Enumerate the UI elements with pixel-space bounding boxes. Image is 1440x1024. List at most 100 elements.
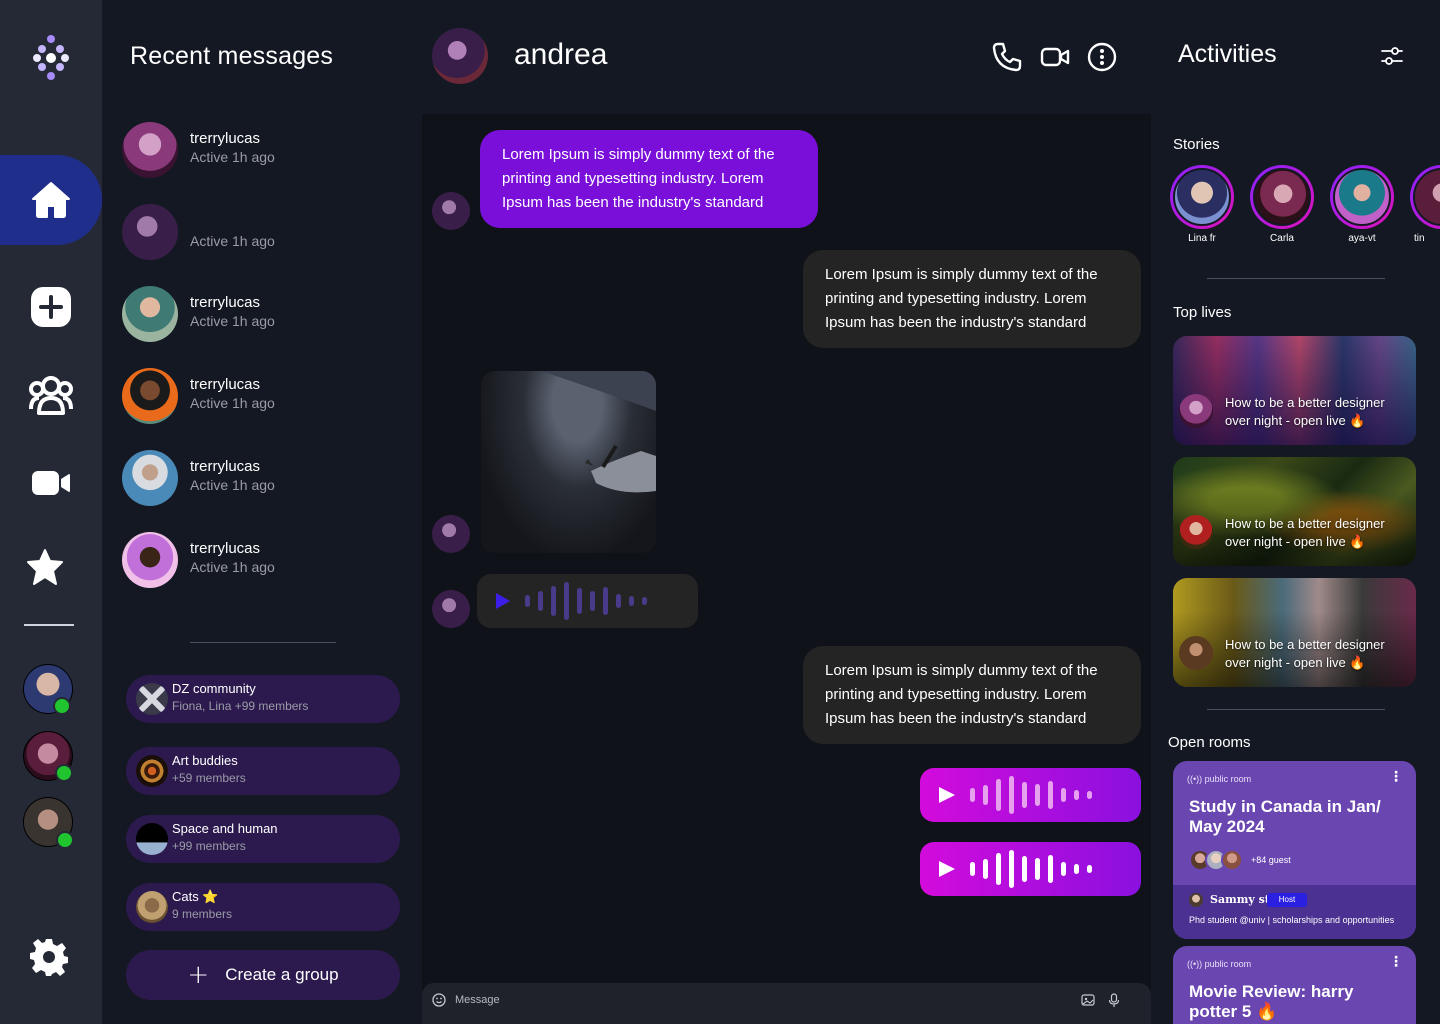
- play-icon[interactable]: [938, 786, 956, 804]
- host-badge: Host: [1267, 893, 1307, 907]
- more-vertical-icon[interactable]: ⋮: [1389, 769, 1403, 785]
- message-avatar: [432, 590, 470, 628]
- contact-name: trerrylucas: [190, 376, 261, 393]
- story-item[interactable]: Carla: [1250, 165, 1314, 244]
- users-icon: [29, 376, 73, 415]
- message-bubble-outgoing: Lorem Ipsum is simply dummy text of the …: [803, 250, 1141, 348]
- more-vertical-icon[interactable]: ⋮: [1389, 954, 1403, 970]
- nav-favorites-button[interactable]: [0, 522, 96, 612]
- group-name: Art buddies: [172, 753, 238, 768]
- contact-item[interactable]: trerrylucas Active 1h ago: [122, 122, 402, 182]
- create-group-label: Create a group: [225, 965, 339, 984]
- activities-title: Activities: [1178, 40, 1277, 68]
- group-avatar: [136, 823, 168, 855]
- live-host-avatar: [1179, 394, 1213, 428]
- video-call-button[interactable]: [1038, 40, 1072, 74]
- wave-bar: [1009, 776, 1014, 814]
- live-title: How to be a better designer over night - …: [1225, 394, 1405, 430]
- plus-icon: +: [187, 960, 210, 990]
- guest-avatar: [1221, 849, 1243, 871]
- contact-item[interactable]: Active 1h ago: [122, 204, 402, 264]
- play-icon[interactable]: [495, 592, 511, 610]
- voice-message-incoming[interactable]: [477, 574, 698, 628]
- chat-contact-avatar[interactable]: [432, 28, 488, 84]
- wave-bar: [1035, 858, 1040, 880]
- group-item[interactable]: Cats ⭐ 9 members: [126, 883, 400, 931]
- story-ring: [1330, 165, 1394, 229]
- nav-settings-button[interactable]: [0, 912, 100, 1002]
- contact-avatar: [122, 122, 178, 178]
- story-avatar: [1173, 168, 1231, 226]
- wave-bar: [1074, 864, 1079, 874]
- group-name: Space and human: [172, 821, 278, 836]
- contact-item[interactable]: trerrylucas Active 1h ago: [122, 450, 402, 510]
- group-avatar: [136, 683, 168, 715]
- contact-name: trerrylucas: [190, 130, 261, 147]
- message-composer[interactable]: Message: [422, 983, 1151, 1024]
- room-title: Study in Canada in Jan/ May 2024: [1189, 797, 1381, 836]
- create-group-button[interactable]: + Create a group: [126, 950, 400, 1000]
- app-root: Recent messages trerrylucas Active 1h ag…: [0, 0, 1440, 1024]
- room-type: ((•)) public room: [1187, 774, 1252, 784]
- close-x-icon: [139, 686, 165, 712]
- contact-item[interactable]: trerrylucas Active 1h ago: [122, 368, 402, 428]
- room-type: ((•)) public room: [1187, 959, 1252, 969]
- voice-waveform: [970, 850, 1092, 888]
- stories-label: Stories: [1173, 136, 1220, 153]
- live-title-line: How to be a better designer: [1225, 637, 1385, 652]
- group-avatar: [136, 891, 168, 923]
- story-item[interactable]: tin: [1410, 165, 1440, 244]
- voice-message-outgoing[interactable]: [920, 768, 1141, 822]
- contact-name: trerrylucas: [190, 540, 261, 557]
- host-bio: Phd student @univ | scholarships and opp…: [1189, 915, 1395, 925]
- app-logo-icon[interactable]: [33, 34, 69, 80]
- live-host-avatar: [1179, 636, 1213, 670]
- group-item[interactable]: DZ community Fiona, Lina +99 members: [126, 675, 400, 723]
- video-camera-icon: [1040, 47, 1070, 67]
- room-card[interactable]: ((•)) public room ⋮ Movie Review: harry …: [1173, 946, 1416, 1024]
- wave-bar: [983, 785, 988, 805]
- group-item[interactable]: Space and human +99 members: [126, 815, 400, 863]
- message-avatar: [432, 515, 470, 553]
- emoji-icon[interactable]: [432, 993, 446, 1007]
- recent-messages-title: Recent messages: [130, 42, 334, 70]
- story-name: tin: [1414, 233, 1425, 244]
- message-input[interactable]: Message: [455, 994, 500, 1006]
- voice-waveform: [525, 582, 647, 620]
- contact-name: trerrylucas: [190, 458, 261, 475]
- nav-community-button[interactable]: [0, 351, 102, 441]
- voice-message-outgoing[interactable]: [920, 842, 1141, 896]
- wave-bar: [564, 582, 569, 620]
- live-card[interactable]: How to be a better designer over night - …: [1173, 336, 1416, 445]
- nav-add-button[interactable]: [0, 262, 102, 352]
- group-avatar: [136, 755, 168, 787]
- room-card[interactable]: ((•)) public room ⋮ Study in Canada in J…: [1173, 761, 1416, 939]
- wave-bar: [1061, 862, 1066, 876]
- story-avatar: [1253, 168, 1311, 226]
- story-avatar: [1413, 168, 1440, 226]
- call-button[interactable]: [990, 40, 1024, 74]
- nav-video-button[interactable]: [0, 438, 102, 528]
- live-card[interactable]: How to be a better designer over night - …: [1173, 457, 1416, 566]
- message-bubble-incoming: Lorem Ipsum is simply dummy text of the …: [480, 130, 818, 228]
- play-icon[interactable]: [938, 860, 956, 878]
- contact-item[interactable]: trerrylucas Active 1h ago: [122, 532, 402, 592]
- live-title: How to be a better designer over night - …: [1225, 636, 1405, 672]
- story-name: Carla: [1270, 233, 1294, 244]
- group-item[interactable]: Art buddies +59 members: [126, 747, 400, 795]
- live-card[interactable]: How to be a better designer over night - …: [1173, 578, 1416, 687]
- story-item[interactable]: aya-vt: [1330, 165, 1394, 244]
- chat-header: andrea: [422, 0, 1151, 114]
- contact-avatar: [122, 204, 178, 260]
- message-photo[interactable]: [481, 371, 656, 553]
- image-icon[interactable]: [1081, 993, 1095, 1007]
- group-name: DZ community: [172, 681, 256, 696]
- info-button[interactable]: [1085, 40, 1119, 74]
- story-item[interactable]: Lina fr: [1170, 165, 1234, 244]
- group-name: Cats ⭐: [172, 889, 219, 904]
- story-ring: [1170, 165, 1234, 229]
- nav-home-button[interactable]: [0, 155, 102, 245]
- microphone-icon[interactable]: [1108, 993, 1120, 1008]
- filter-sliders-icon[interactable]: [1380, 45, 1404, 67]
- contact-item[interactable]: trerrylucas Active 1h ago: [122, 286, 402, 346]
